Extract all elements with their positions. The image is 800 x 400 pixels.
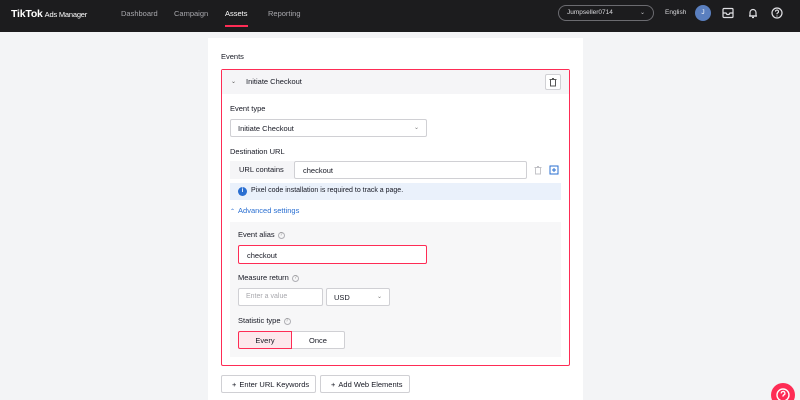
- chevron-up-icon: ⌃: [230, 209, 236, 215]
- nav-campaign[interactable]: Campaign: [174, 9, 208, 18]
- statistic-once-option[interactable]: Once: [292, 331, 345, 349]
- event-type-label: Event type: [230, 104, 266, 113]
- events-card: Events ⌄ Initiate Checkout Event type In…: [208, 38, 583, 400]
- measure-return-input[interactable]: Enter a value: [238, 288, 323, 306]
- url-rule-row: URL contains checkout: [230, 161, 527, 179]
- chevron-down-icon: ⌄: [376, 294, 382, 300]
- event-type-value: Initiate Checkout: [238, 124, 294, 133]
- add-square-icon[interactable]: [549, 165, 559, 175]
- trash-icon: [549, 78, 557, 87]
- info-icon: i: [238, 187, 247, 196]
- currency-value: USD: [334, 293, 350, 302]
- nav-dashboard[interactable]: Dashboard: [121, 9, 158, 18]
- question-icon[interactable]: ?: [283, 318, 291, 325]
- help-chat-button[interactable]: [771, 383, 795, 400]
- event-type-select[interactable]: Initiate Checkout ⌄: [230, 119, 427, 137]
- language-selector[interactable]: English: [665, 9, 686, 16]
- url-rule-input[interactable]: checkout: [294, 161, 527, 179]
- help-circle-icon[interactable]: [770, 6, 784, 20]
- event-panel-title: Initiate Checkout: [246, 77, 302, 86]
- advanced-settings-label: Advanced settings: [238, 206, 300, 215]
- event-panel: ⌄ Initiate Checkout Event type Initiate …: [221, 69, 570, 366]
- question-icon[interactable]: ?: [277, 232, 285, 239]
- inbox-icon[interactable]: [721, 6, 735, 20]
- statistic-every-option[interactable]: Every: [238, 331, 292, 349]
- bell-icon[interactable]: [746, 6, 760, 20]
- statistic-type-label: Statistic type?: [238, 316, 291, 325]
- plus-icon: +: [232, 380, 237, 389]
- advanced-settings-panel: Event alias? checkout Measure return? En…: [230, 222, 561, 357]
- question-icon[interactable]: ?: [291, 275, 299, 282]
- plus-icon: +: [331, 380, 336, 389]
- nav-assets[interactable]: Assets: [225, 9, 248, 27]
- account-selector[interactable]: Jumpseller0714 ⌄: [558, 5, 654, 21]
- advanced-settings-toggle[interactable]: ⌃ Advanced settings: [230, 206, 299, 215]
- delete-event-button[interactable]: [545, 74, 561, 90]
- enter-url-keywords-button[interactable]: + Enter URL Keywords: [221, 375, 316, 393]
- event-alias-input[interactable]: checkout: [238, 245, 427, 264]
- currency-select[interactable]: USD ⌄: [326, 288, 390, 306]
- measure-return-label: Measure return?: [238, 273, 299, 282]
- info-text: Pixel code installation is required to t…: [251, 187, 404, 194]
- trash-icon[interactable]: [533, 165, 543, 175]
- question-icon: [776, 388, 790, 400]
- chevron-down-icon: ⌄: [639, 10, 645, 16]
- section-title: Events: [221, 52, 244, 61]
- chevron-down-icon[interactable]: ⌄: [231, 78, 236, 85]
- tiktok-ads-logo[interactable]: TikTok Ads Manager: [11, 8, 87, 20]
- event-alias-label: Event alias?: [238, 230, 285, 239]
- add-web-elements-button[interactable]: + Add Web Elements: [320, 375, 410, 393]
- pixel-info-banner: i Pixel code installation is required to…: [230, 183, 561, 200]
- destination-url-label: Destination URL: [230, 147, 285, 156]
- top-navigation-bar: TikTok Ads Manager Dashboard Campaign Ass…: [0, 0, 800, 32]
- account-name: Jumpseller0714: [567, 9, 613, 16]
- avatar[interactable]: J: [695, 5, 711, 21]
- url-rule-type[interactable]: URL contains: [230, 161, 294, 179]
- chevron-down-icon: ⌄: [413, 125, 419, 131]
- nav-reporting[interactable]: Reporting: [268, 9, 301, 18]
- event-panel-header[interactable]: ⌄ Initiate Checkout: [222, 70, 569, 94]
